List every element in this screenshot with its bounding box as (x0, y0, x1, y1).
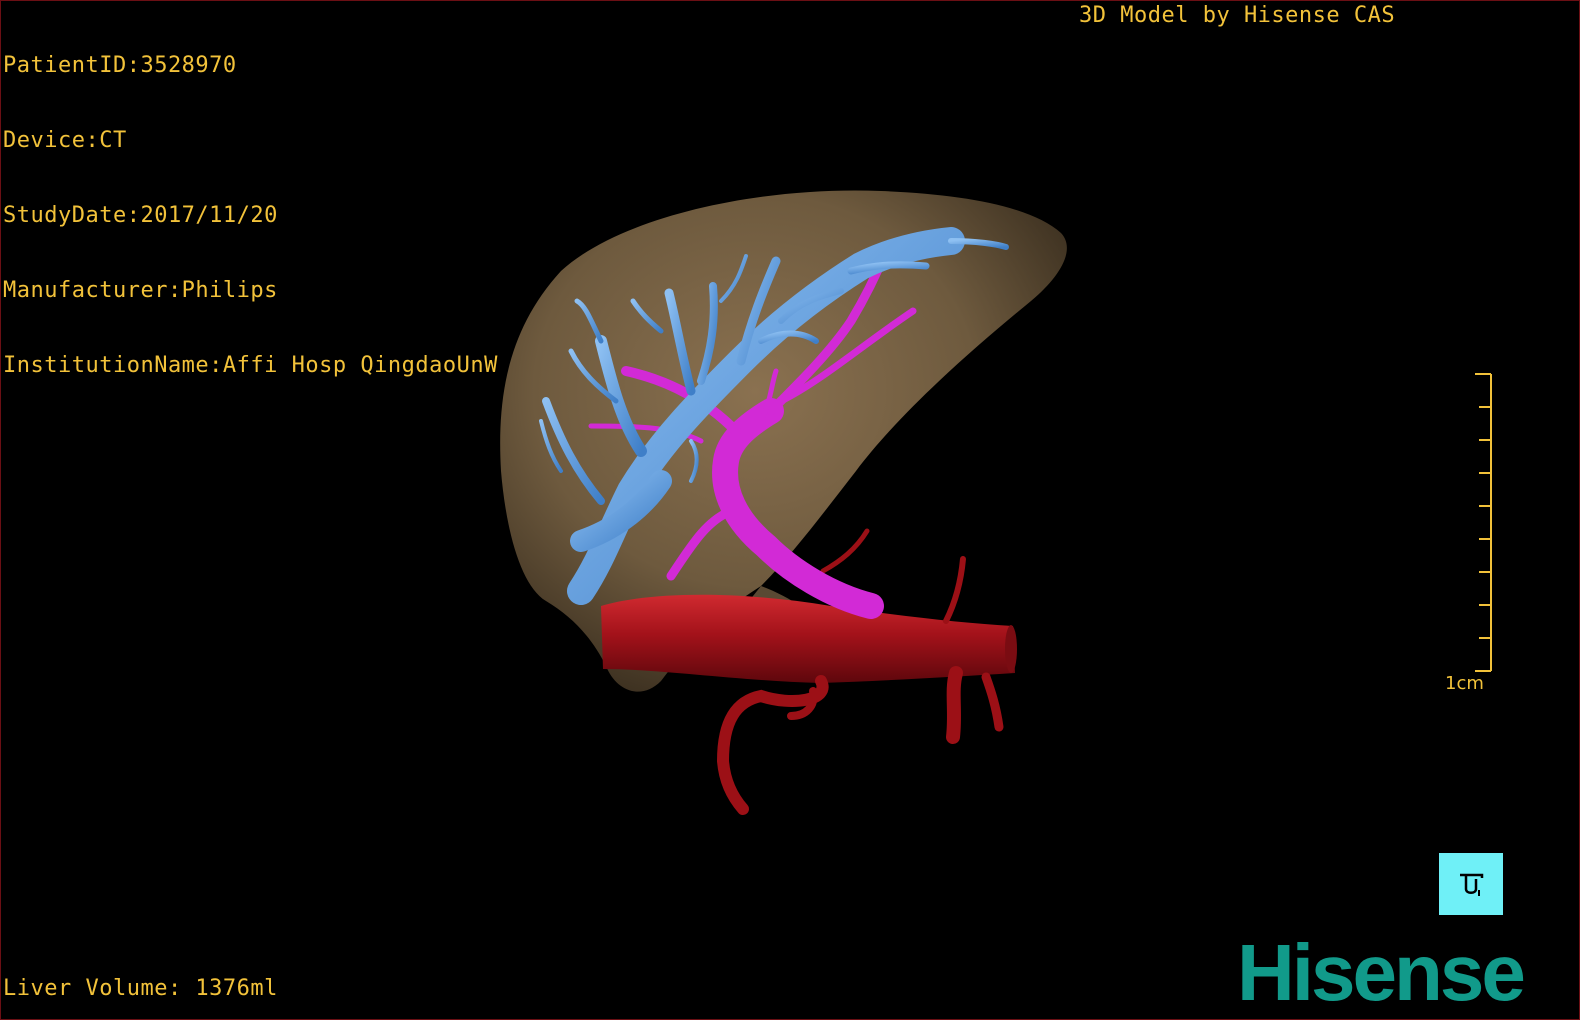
model-credit-label: 3D Model by Hisense CAS (1079, 3, 1396, 28)
scale-label: 1cm (1445, 673, 1484, 694)
institution-label: InstitutionName:Affi Hosp QingdaoUnW (3, 353, 498, 378)
device-label: Device:CT (3, 128, 127, 153)
hisense-logo: Hisense (1237, 928, 1526, 1017)
manufacturer-label: Manufacturer:Philips (3, 278, 278, 303)
liver-volume-label: Liver Volume: 1376ml (3, 976, 278, 1001)
orientation-cube-button[interactable] (1439, 853, 1503, 915)
patient-info-overlay: PatientID:3528970 Device:CT StudyDate:20… (3, 3, 498, 428)
patient-id-label: PatientID:3528970 (3, 53, 237, 78)
orientation-cube-icon (1460, 873, 1484, 896)
study-date-label: StudyDate:2017/11/20 (3, 203, 278, 228)
3d-viewport[interactable]: PatientID:3528970 Device:CT StudyDate:20… (0, 0, 1580, 1020)
scale-bar (1475, 373, 1492, 672)
